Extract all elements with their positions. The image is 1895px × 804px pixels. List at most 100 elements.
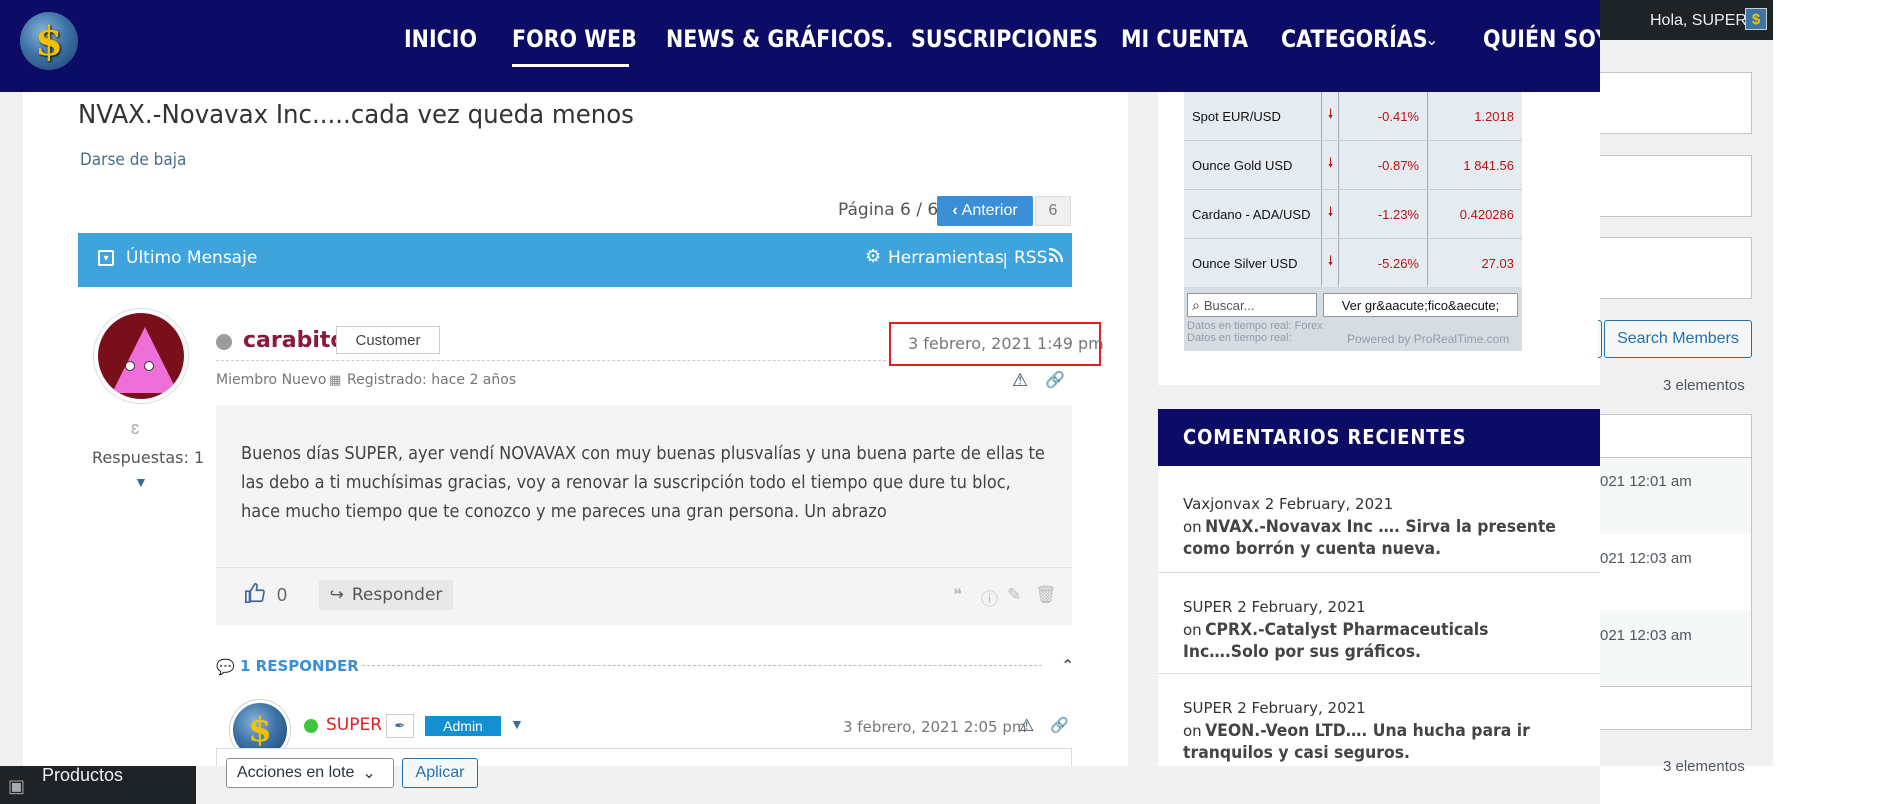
quote-row[interactable]: Ounce Silver USD 🠗 -5.26% 27.03 bbox=[1184, 239, 1522, 287]
reply-button[interactable]: ↪ Responder bbox=[319, 580, 453, 610]
link-icon[interactable]: 🔗 bbox=[1050, 716, 1069, 734]
arrow-down-icon: 🠗 bbox=[1323, 190, 1339, 238]
quote-row[interactable]: Cardano - ADA/USD 🠗 -1.23% 0.420286 bbox=[1184, 190, 1522, 238]
warning-icon[interactable]: ⚠ bbox=[1012, 370, 1028, 391]
quotes-search-placeholder: Buscar... bbox=[1203, 297, 1255, 313]
admin-badge: Admin bbox=[425, 716, 501, 736]
nav-item-suscripciones[interactable]: SUSCRIPCIONES bbox=[911, 25, 1098, 53]
admin-field-1[interactable] bbox=[1600, 72, 1752, 134]
replies-divider bbox=[362, 665, 1042, 666]
admin-avatar[interactable]: $ bbox=[1745, 8, 1767, 30]
page-number-button[interactable]: 6 bbox=[1035, 196, 1071, 226]
quote-change: -1.23% bbox=[1340, 190, 1428, 238]
nav-item-categorias[interactable]: CATEGORÍAS bbox=[1281, 25, 1428, 53]
quote-row[interactable]: Spot EUR/USD 🠗 -0.41% 1.2018 bbox=[1184, 92, 1522, 140]
quotes-search-input[interactable]: ⌕ Buscar... bbox=[1187, 293, 1317, 317]
post-text-line: Buenos días SUPER, ayer vendí NOVAVAX co… bbox=[241, 443, 1045, 464]
members-search-input-edge[interactable] bbox=[1598, 320, 1602, 358]
apply-button[interactable]: Aplicar bbox=[402, 758, 478, 788]
customer-badge: Customer bbox=[336, 326, 440, 354]
quote-name: Spot EUR/USD bbox=[1184, 92, 1322, 140]
bulk-actions-value: Acciones en lote bbox=[237, 764, 355, 781]
members-table-header bbox=[1600, 414, 1752, 458]
nav-item-inicio[interactable]: INICIO bbox=[404, 25, 477, 53]
previous-page-button[interactable]: ‹ Anterior bbox=[937, 196, 1033, 226]
like-count: 0 bbox=[277, 585, 288, 605]
last-message-link[interactable]: Último Mensaje bbox=[126, 248, 257, 268]
feather-icon: ✒ bbox=[386, 714, 414, 738]
warning-icon[interactable]: ⚠ bbox=[1019, 716, 1034, 736]
admin-greeting[interactable]: Hola, SUPER bbox=[1650, 12, 1747, 30]
pagination-info: Página 6 / 6 bbox=[838, 200, 939, 220]
quote-row[interactable]: Ounce Gold USD 🠗 -0.87% 1 841.56 bbox=[1184, 141, 1522, 189]
topic-title: NVAX.-Novavax Inc.....cada vez queda men… bbox=[78, 100, 634, 130]
admin-field-2[interactable] bbox=[1600, 155, 1752, 217]
comment-divider bbox=[1158, 673, 1600, 674]
nav-item-quien-soy[interactable]: QUIÉN SOY bbox=[1483, 25, 1600, 53]
recent-comments-title: COMENTARIOS RECIENTES bbox=[1183, 425, 1467, 449]
comment-post-link[interactable]: NVAX.-Novavax Inc …. Sirva la presente c… bbox=[1183, 516, 1560, 560]
arrow-down-icon: 🠗 bbox=[1323, 92, 1339, 140]
box-icon: ▣ bbox=[8, 776, 26, 796]
members-row-2[interactable] bbox=[1600, 534, 1752, 610]
quote-icon[interactable]: ❝ bbox=[953, 585, 962, 605]
comment-post-link[interactable]: CPRX.-Catalyst Pharmaceuticals Inc….Solo… bbox=[1183, 619, 1560, 663]
thumbs-up-icon[interactable] bbox=[244, 582, 266, 610]
quote-change: -5.26% bbox=[1340, 239, 1428, 287]
admin-menu-productos[interactable]: Productos bbox=[42, 765, 123, 786]
bulk-actions-select[interactable]: Acciones en lote ⌄ bbox=[226, 758, 394, 788]
members-row-3[interactable] bbox=[1600, 610, 1752, 686]
post-author-name[interactable]: carabito bbox=[243, 328, 346, 353]
trash-icon[interactable]: 🗑 bbox=[1035, 585, 1057, 605]
search-members-button[interactable]: Search Members bbox=[1604, 320, 1752, 358]
comment-meta: SUPER 2 February, 2021 bbox=[1183, 598, 1366, 616]
gear-icon[interactable]: ⚙ bbox=[865, 246, 881, 267]
offline-status-dot bbox=[216, 334, 232, 350]
nav-item-foro-web[interactable]: FORO WEB bbox=[512, 25, 637, 53]
realtime-note: Datos en tiempo real: bbox=[1187, 332, 1292, 344]
quote-value: 27.03 bbox=[1429, 239, 1522, 287]
view-chart-button[interactable]: Ver gr&aacute;fico&aecute; bbox=[1323, 293, 1518, 317]
realtime-note: Datos en tiempo real: Forex bbox=[1187, 320, 1323, 332]
link-icon[interactable]: 🔗 bbox=[1045, 370, 1065, 390]
reply-author-name[interactable]: SUPER bbox=[326, 715, 382, 735]
edit-icon[interactable]: ✎ bbox=[1007, 585, 1021, 605]
nav-active-indicator bbox=[512, 64, 629, 67]
comments-icon[interactable]: 💬 bbox=[216, 658, 235, 676]
comment-meta: SUPER 2 February, 2021 bbox=[1183, 699, 1366, 717]
previous-page-label: Anterior bbox=[961, 202, 1018, 219]
caret-down-icon[interactable]: ▼ bbox=[510, 716, 524, 732]
member-time-2: 021 12:03 am bbox=[1600, 550, 1692, 567]
caret-down-icon[interactable]: ▼ bbox=[134, 474, 148, 490]
online-status-dot bbox=[304, 719, 318, 733]
comment-post-link[interactable]: VEON.-Veon LTD…. Una hucha para ir tranq… bbox=[1183, 720, 1560, 764]
rss-icon[interactable] bbox=[1048, 247, 1064, 268]
chevron-up-icon[interactable]: ⌃ bbox=[1061, 656, 1074, 676]
tools-menu[interactable]: Herramientas bbox=[888, 248, 1004, 268]
nav-item-mi-cuenta[interactable]: MI CUENTA bbox=[1121, 25, 1248, 53]
rss-link[interactable]: RSS bbox=[1014, 248, 1047, 268]
powered-by-link[interactable]: Powered by ProRealTime.com bbox=[1347, 332, 1509, 346]
quote-name: Ounce Gold USD bbox=[1184, 141, 1322, 189]
author-avatar[interactable] bbox=[94, 309, 188, 403]
reply-date: 3 febrero, 2021 2:05 pm bbox=[843, 718, 1027, 736]
replies-toggle[interactable]: 1 RESPONDER bbox=[240, 657, 359, 675]
quote-name: Ounce Silver USD bbox=[1184, 239, 1322, 287]
search-icon: ⌕ bbox=[1192, 296, 1200, 313]
reply-button-label: Responder bbox=[351, 585, 443, 605]
member-time-1: 021 12:01 am bbox=[1600, 473, 1692, 490]
site-logo[interactable]: $ bbox=[20, 12, 78, 70]
comment-meta: Vaxjonvax 2 February, 2021 bbox=[1183, 495, 1394, 513]
column-gap bbox=[1128, 92, 1158, 804]
info-icon[interactable]: ⓘ bbox=[981, 585, 998, 610]
unsubscribe-link[interactable]: Darse de baja bbox=[80, 150, 186, 170]
quote-value: 1 841.56 bbox=[1429, 141, 1522, 189]
arrow-down-icon: 🠗 bbox=[1323, 239, 1339, 287]
chevron-down-icon[interactable]: ⌄ bbox=[1425, 30, 1438, 50]
widget-gap bbox=[1158, 385, 1600, 409]
caret-square-down-icon[interactable]: ▾ bbox=[98, 250, 114, 266]
admin-field-3[interactable] bbox=[1600, 237, 1752, 299]
nav-item-news-graficos[interactable]: NEWS & GRÁFICOS. bbox=[666, 25, 893, 53]
members-row-1[interactable] bbox=[1600, 458, 1752, 534]
comment-divider bbox=[1158, 572, 1600, 573]
